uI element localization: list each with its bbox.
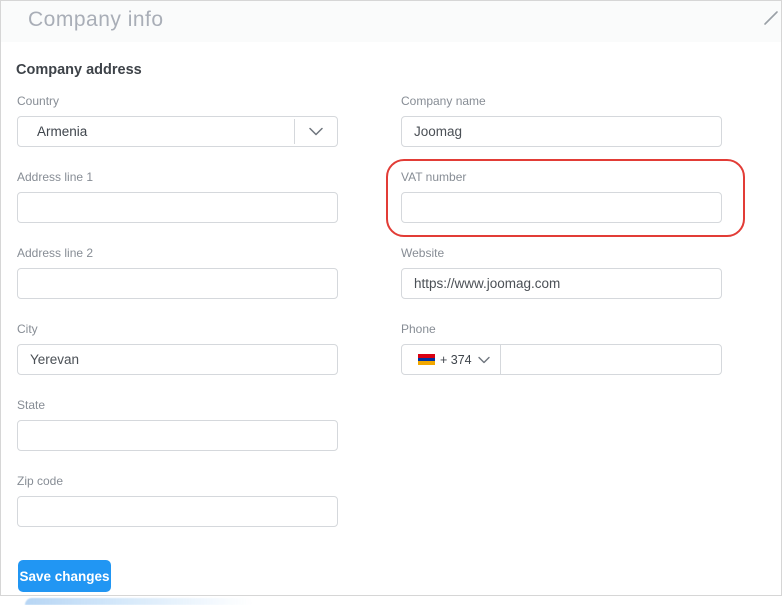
- zip-input[interactable]: [17, 496, 338, 527]
- company-name-label: Company name: [401, 94, 486, 108]
- state-label: State: [17, 398, 46, 412]
- page-title: Company info: [28, 8, 164, 31]
- state-input[interactable]: [17, 420, 338, 451]
- armenia-flag-icon: [418, 354, 435, 366]
- city-label: City: [17, 322, 38, 336]
- vat-input[interactable]: [401, 192, 722, 223]
- company-name-input[interactable]: [401, 116, 722, 147]
- bottom-glow-decoration: [25, 598, 253, 605]
- country-select-value: Armenia: [37, 124, 88, 139]
- website-label: Website: [401, 246, 445, 260]
- city-input[interactable]: [17, 344, 338, 375]
- phone-label: Phone: [401, 322, 436, 336]
- address1-label: Address line 1: [17, 170, 94, 184]
- country-label: Country: [17, 94, 60, 108]
- section-title: Company address: [16, 62, 142, 78]
- phone-input-group: + 374: [401, 344, 722, 375]
- chevron-down-icon[interactable]: [477, 356, 490, 364]
- address2-label: Address line 2: [17, 246, 94, 260]
- address1-input[interactable]: [17, 192, 338, 223]
- save-changes-button[interactable]: Save changes: [18, 560, 111, 592]
- zip-label: Zip code: [17, 474, 64, 488]
- phone-dial-code: + 374: [440, 352, 472, 367]
- country-select[interactable]: Armenia: [17, 116, 338, 147]
- panel-header: Company info: [1, 1, 781, 42]
- website-input[interactable]: [401, 268, 722, 299]
- close-icon[interactable]: [762, 9, 780, 27]
- vat-label: VAT number: [401, 170, 467, 184]
- company-info-panel: Company info Company address Country Arm…: [0, 0, 782, 596]
- phone-number-input[interactable]: [500, 346, 721, 373]
- company-info-screen: Company info Company address Country Arm…: [0, 0, 783, 605]
- address2-input[interactable]: [17, 268, 338, 299]
- chevron-down-icon: [295, 127, 337, 136]
